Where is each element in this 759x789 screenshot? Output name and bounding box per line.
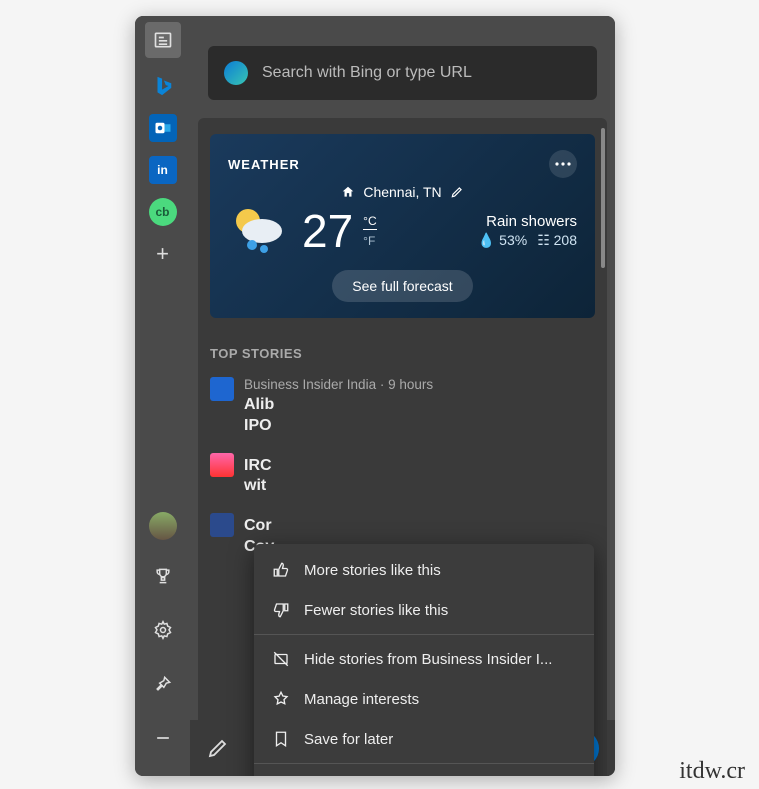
add-app-button[interactable]: +	[149, 240, 177, 268]
weather-condition: Rain showers	[478, 213, 577, 230]
bing-icon[interactable]	[149, 72, 177, 100]
edit-icon[interactable]	[206, 736, 230, 760]
story-item[interactable]: Business Insider India · 9 hours AlibIPO	[210, 377, 595, 437]
linkedin-icon[interactable]: in	[149, 156, 177, 184]
weather-temp: 27	[302, 204, 353, 258]
news-icon[interactable]	[145, 22, 181, 58]
story-title: IRCwit	[244, 456, 272, 498]
pin-icon[interactable]	[145, 666, 181, 702]
story-title: AlibIPO	[244, 395, 433, 437]
ctx-report[interactable]: Report an issue	[254, 768, 594, 776]
news-panel: in cb + W	[135, 16, 615, 776]
story-thumb-icon	[210, 453, 234, 477]
minimize-icon[interactable]	[145, 720, 181, 756]
unit-celsius[interactable]: °C	[363, 214, 376, 230]
home-icon	[341, 185, 355, 199]
edit-icon[interactable]	[450, 185, 464, 199]
ctx-save-later[interactable]: Save for later	[254, 719, 594, 759]
unit-fahrenheit[interactable]: °F	[363, 234, 376, 248]
unit-toggle[interactable]: °C °F	[363, 214, 376, 248]
ctx-more-like-this[interactable]: More stories like this	[254, 550, 594, 590]
avatar[interactable]	[149, 512, 177, 540]
custom-app-icon[interactable]: cb	[149, 198, 177, 226]
story-thumb-icon	[210, 513, 234, 537]
forecast-button[interactable]: See full forecast	[332, 270, 472, 302]
weather-location[interactable]: Chennai, TN	[228, 184, 577, 200]
weather-location-text: Chennai, TN	[363, 184, 441, 200]
ctx-fewer-like-this[interactable]: Fewer stories like this	[254, 590, 594, 630]
star-gear-icon	[272, 690, 290, 708]
weather-menu-button[interactable]	[549, 150, 577, 178]
weather-title: WEATHER	[228, 157, 300, 172]
bookmark-icon	[272, 730, 290, 748]
watermark: itdw.cr	[679, 758, 745, 785]
top-stories: TOP STORIES Business Insider India · 9 h…	[210, 346, 595, 558]
stories-heading: TOP STORIES	[210, 346, 595, 361]
search-input[interactable]	[262, 64, 581, 82]
story-context-menu: More stories like this Fewer stories lik…	[254, 544, 594, 776]
humidity: 💧 53%	[478, 232, 527, 249]
search-bar[interactable]	[208, 46, 597, 100]
story-item[interactable]: IRCwit	[210, 453, 595, 498]
ctx-hide-source[interactable]: Hide stories from Business Insider I...	[254, 639, 594, 679]
aqi: ☷ 208	[537, 232, 577, 249]
thumbs-up-icon	[272, 561, 290, 579]
content-area: WEATHER Chennai, TN	[198, 118, 607, 776]
ctx-manage-interests[interactable]: Manage interests	[254, 679, 594, 719]
weather-condition-icon	[228, 205, 292, 257]
story-thumb-icon	[210, 377, 234, 401]
thumbs-down-icon	[272, 601, 290, 619]
separator	[254, 763, 594, 764]
outlook-icon[interactable]	[149, 114, 177, 142]
hide-icon	[272, 650, 290, 668]
weather-card: WEATHER Chennai, TN	[210, 134, 595, 318]
trophy-icon[interactable]	[145, 558, 181, 594]
story-meta: Business Insider India · 9 hours	[244, 377, 433, 392]
edge-logo-icon	[224, 61, 248, 85]
main: WEATHER Chennai, TN	[190, 16, 615, 776]
sidebar: in cb +	[135, 16, 190, 776]
separator	[254, 634, 594, 635]
settings-icon[interactable]	[145, 612, 181, 648]
